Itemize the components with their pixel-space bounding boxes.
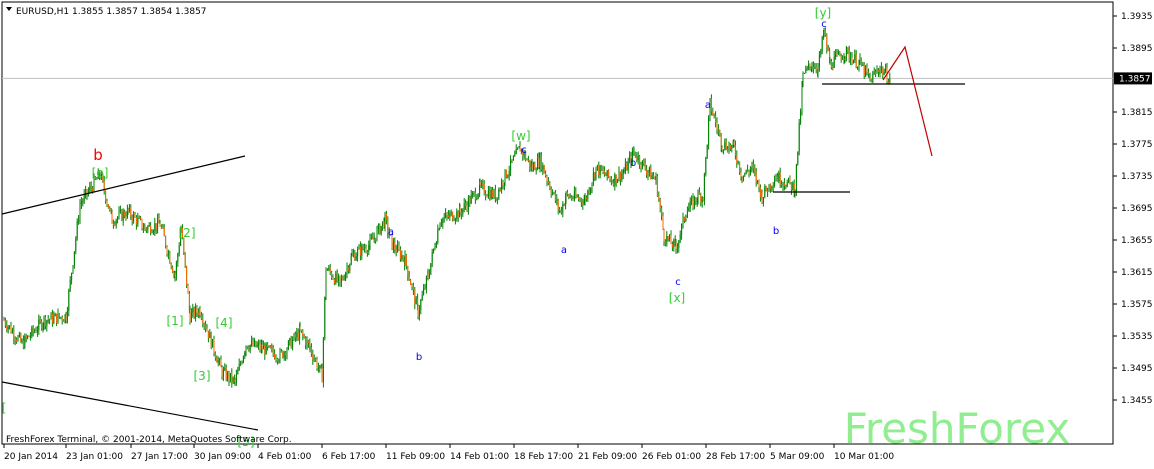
wave-label: [2] [179,226,196,240]
wave-label: b [773,226,779,237]
wave-label: a [388,227,394,238]
price-tick-label: 1.3775 [1121,140,1153,150]
last-price-label: 1.3857 [1119,74,1151,84]
price-tick-label: 1.3655 [1121,236,1153,246]
time-tick-label: 30 Jan 09:00 [194,452,251,462]
wave-label: [y] [815,6,831,20]
wave-label: b [93,146,103,164]
price-tick-label: 1.3535 [1121,332,1153,342]
wave-label: b [416,352,422,363]
time-tick-label: 21 Feb 09:00 [578,452,637,462]
price-tick-label: 1.3455 [1121,396,1153,406]
time-tick-label: 6 Feb 17:00 [322,452,376,462]
chart-header: EURUSD,H1 1.3855 1.3857 1.3854 1.3857 [16,7,207,17]
time-tick-label: 27 Jan 17:00 [131,452,188,462]
wave-label: c [675,277,681,288]
price-tick-label: 1.3815 [1121,108,1153,118]
wave-label: a [705,100,711,111]
price-tick-label: 1.3695 [1121,204,1153,214]
chart-background [0,0,1154,465]
time-tick-label: 23 Jan 01:00 [66,452,123,462]
price-tick-label: 1.3575 [1121,300,1153,310]
wave-label: c [821,19,827,30]
wave-label: [w] [511,129,530,143]
wave-label: [1] [167,314,184,328]
time-tick-label: 5 Mar 09:00 [770,452,825,462]
price-tick-label: 1.3895 [1121,44,1153,54]
wave-label: [3] [194,369,211,383]
time-tick-label: 28 Feb 17:00 [706,452,765,462]
watermark-logo: FreshForex [844,404,1070,453]
time-tick-label: 11 Feb 09:00 [386,452,445,462]
time-tick-label: 20 Jan 2014 [4,452,58,462]
wave-label: [e] [92,166,109,180]
wave-label: c [521,145,527,156]
wave-label: a [561,245,567,256]
price-tick-label: 1.3615 [1121,268,1153,278]
time-tick-label: 26 Feb 01:00 [642,452,701,462]
time-tick-label: 10 Mar 01:00 [834,452,894,462]
price-tick-label: 1.3495 [1121,364,1153,374]
time-tick-label: 4 Feb 01:00 [258,452,312,462]
time-tick-label: 14 Feb 01:00 [450,452,509,462]
wave-label: [4] [216,316,233,330]
copyright-text: FreshForex Terminal, © 2001-2014, MetaQu… [6,435,292,445]
wave-label: [ [2,401,7,415]
price-tick-label: 1.3735 [1121,172,1153,182]
wave-label: [x] [669,291,685,305]
price-tick-label: 1.3935 [1121,12,1153,22]
price-chart[interactable]: FreshForex b[e][2][1] [4][3][5]ab[w]cabc[… [0,0,1154,465]
chart-window[interactable]: FreshForex b [e] [2] [1] [4] [3] [5] a b [w] c a b c[… [0,0,1154,465]
time-tick-label: 18 Feb 17:00 [514,452,573,462]
wave-label: b [630,158,636,169]
